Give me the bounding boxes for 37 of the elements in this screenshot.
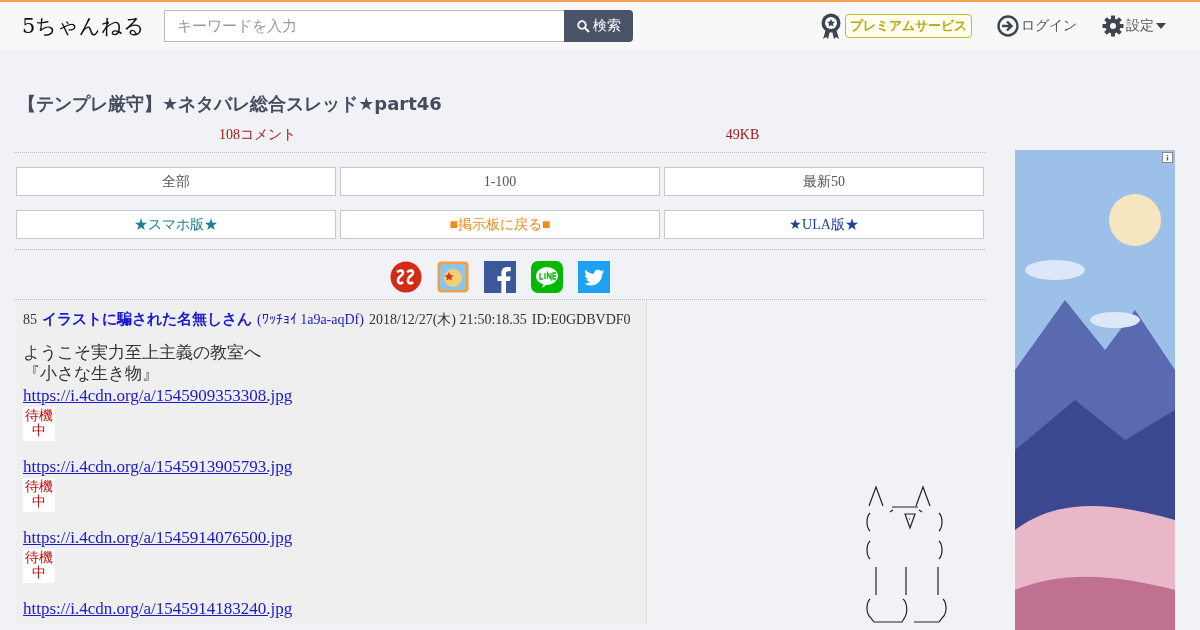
range-button[interactable]: 最新50 xyxy=(664,167,984,196)
info-icon[interactable] xyxy=(1162,152,1173,163)
range-button[interactable]: 1-100 xyxy=(340,167,660,196)
settings-icon xyxy=(1102,15,1124,37)
poster-id: ID:E0GDBVDF0 xyxy=(531,312,631,328)
facebook-icon[interactable] xyxy=(484,261,516,293)
thread-title: 【テンプレ厳守】★ネタバレ総合スレッド★part46 xyxy=(18,92,443,116)
comment-count: 108コメント xyxy=(218,126,297,144)
image-thumbnail[interactable]: 待機中 xyxy=(23,549,55,583)
image-thumbnail[interactable]: 待機中 xyxy=(23,407,55,441)
award-icon[interactable] xyxy=(820,12,842,40)
image-link[interactable]: https://i.4cdn.org/a/1545914076500.jpg xyxy=(23,528,293,547)
image-link[interactable]: https://i.4cdn.org/a/1545909353308.jpg xyxy=(23,386,293,405)
twitter-icon[interactable] xyxy=(578,261,610,293)
poster-name: イラストに騙された名無しさん xyxy=(42,310,252,329)
share-icon[interactable] xyxy=(390,261,422,293)
nav-link[interactable]: ★ULA版★ xyxy=(664,210,984,239)
post-text: ようこそ実力至上主義の教室へ xyxy=(23,342,262,363)
site-logo[interactable]: 5ちゃんねる xyxy=(22,13,146,39)
settings-menu[interactable]: 設定 xyxy=(1102,15,1166,37)
bookmark-icon[interactable] xyxy=(437,261,469,293)
login-icon xyxy=(997,15,1019,37)
nav-link[interactable]: ★スマホ版★ xyxy=(16,210,336,239)
login-link[interactable]: ログイン xyxy=(997,15,1077,37)
search-field[interactable]: キーワードを入力 xyxy=(164,10,565,42)
poster-trip: (ﾜｯﾁｮｲ 1a9a-aqDf) xyxy=(257,312,364,328)
caret-icon xyxy=(1156,23,1166,29)
search-icon xyxy=(576,19,590,33)
thread-size: 49KB xyxy=(724,127,761,143)
range-button[interactable]: 全部 xyxy=(16,167,336,196)
post-text: 『小さな生き物』 xyxy=(23,363,160,384)
search-button[interactable]: 検索 xyxy=(564,10,634,42)
image-link[interactable]: https://i.4cdn.org/a/1545913905793.jpg xyxy=(23,457,293,476)
image-thumbnail[interactable]: 待機中 xyxy=(23,478,55,512)
image-link[interactable]: https://i.4cdn.org/a/1545914183240.jpg xyxy=(23,599,293,618)
post-date: 2018/12/27(木) 21:50:18.35 xyxy=(368,311,527,329)
post-number: 85 xyxy=(23,312,37,328)
